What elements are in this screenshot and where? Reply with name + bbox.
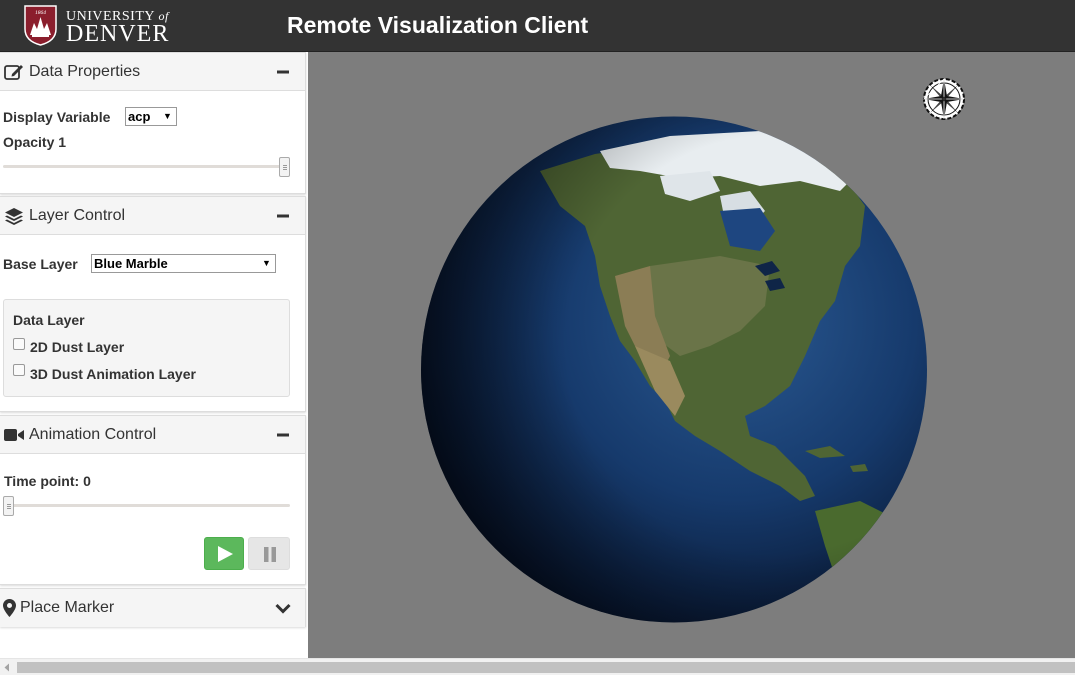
edit-icon [4, 65, 23, 80]
globe-viewer[interactable] [308, 52, 1075, 658]
pause-icon [264, 547, 276, 562]
video-camera-icon [4, 429, 24, 441]
minus-icon[interactable] [275, 63, 291, 81]
time-point-label: Time point: 0 [4, 473, 91, 489]
logo-denver-text: DENVER [66, 21, 170, 47]
seal-year: 1864 [35, 9, 46, 16]
globe[interactable] [420, 116, 928, 623]
app-title: Remote Visualization Client [287, 12, 589, 38]
map-marker-icon [3, 599, 16, 617]
display-variable-select[interactable]: acp [125, 107, 177, 126]
data-properties-header[interactable]: Data Properties [0, 53, 305, 91]
data-layer-title: Data Layer [13, 312, 85, 328]
horizontal-scrollbar[interactable] [0, 658, 1075, 675]
university-logo[interactable]: 1864 UNIVERSITY of DENVER [24, 5, 174, 47]
scroll-left-arrow-icon[interactable] [3, 663, 11, 672]
layer-control-title: Layer Control [29, 207, 126, 224]
data-properties-panel: Data Properties Display Variable acp ▼ O… [0, 52, 306, 194]
place-marker-panel: Place Marker [0, 588, 306, 627]
layers-icon [5, 208, 23, 225]
3d-dust-animation-layer-label[interactable]: 3D Dust Animation Layer [30, 366, 196, 382]
opacity-slider-handle[interactable] [279, 157, 290, 177]
3d-dust-animation-layer-checkbox[interactable] [13, 364, 25, 376]
base-layer-select[interactable]: Blue Marble [91, 254, 276, 273]
pause-button[interactable] [248, 537, 290, 570]
time-slider-handle[interactable] [3, 496, 14, 516]
horizontal-scrollbar-thumb[interactable] [17, 662, 1075, 673]
university-seal-icon: 1864 [24, 5, 57, 46]
opacity-slider-track[interactable] [3, 165, 290, 168]
place-marker-header[interactable]: Place Marker [0, 589, 305, 627]
play-icon [218, 546, 233, 562]
play-button[interactable] [204, 537, 244, 570]
compass-icon[interactable] [921, 76, 967, 122]
time-slider-track[interactable] [3, 504, 290, 507]
minus-icon[interactable] [275, 426, 291, 444]
layer-control-header[interactable]: Layer Control [0, 197, 305, 235]
chevron-down-icon[interactable] [275, 599, 291, 617]
base-layer-label: Base Layer [3, 256, 78, 272]
sidebar: Data Properties Display Variable acp ▼ O… [0, 52, 308, 658]
minus-icon[interactable] [275, 207, 291, 225]
2d-dust-layer-checkbox[interactable] [13, 338, 25, 350]
animation-control-title: Animation Control [29, 426, 157, 443]
data-layer-well: Data Layer 2D Dust Layer 3D Dust Animati… [3, 299, 290, 397]
display-variable-label: Display Variable [3, 109, 111, 125]
layer-control-panel: Layer Control Base Layer Blue Marble ▼ D… [0, 196, 306, 412]
app-header: 1864 UNIVERSITY of DENVER Remote Visuali… [0, 0, 1075, 52]
opacity-label: Opacity 1 [3, 134, 67, 150]
2d-dust-layer-label[interactable]: 2D Dust Layer [30, 339, 124, 355]
place-marker-title: Place Marker [20, 599, 115, 616]
animation-control-panel: Animation Control Time point: 0 [0, 415, 306, 585]
animation-control-header[interactable]: Animation Control [0, 416, 305, 454]
data-properties-title: Data Properties [29, 63, 141, 80]
